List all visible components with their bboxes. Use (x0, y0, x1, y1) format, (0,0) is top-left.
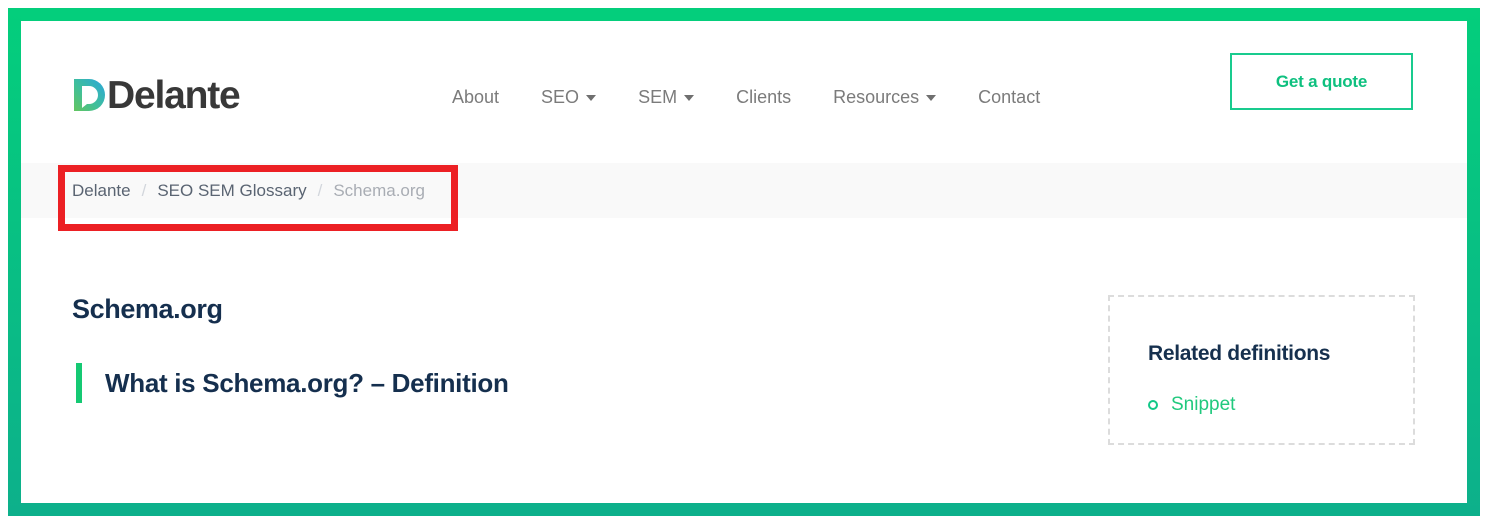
capture-frame-right (1467, 8, 1480, 516)
nav-item-sem[interactable]: SEM (617, 81, 715, 114)
breadcrumb-item-delante[interactable]: Delante (72, 182, 131, 199)
accent-bar (76, 363, 82, 403)
list-item: Snippet (1148, 394, 1235, 416)
related-definitions-title: Related definitions (1148, 342, 1331, 365)
brand-wordmark: Delante (107, 73, 241, 117)
nav-label: Contact (978, 87, 1041, 107)
nav-label: Clients (736, 87, 792, 107)
nav-label: SEM (638, 87, 678, 107)
breadcrumb: Delante / SEO SEM Glossary / Schema.org (72, 182, 425, 199)
breadcrumb-item-current: Schema.org (333, 181, 426, 200)
page-canvas: Delante About SEO SEM Clients Resources … (21, 21, 1467, 503)
definition-heading: What is Schema.org? – Definition (105, 367, 509, 398)
capture-frame-left (8, 8, 21, 516)
brand-logo[interactable]: Delante (72, 73, 241, 117)
nav-item-resources[interactable]: Resources (812, 81, 957, 114)
nav-item-seo[interactable]: SEO (520, 81, 617, 114)
capture-frame-top (8, 8, 1480, 21)
breadcrumb-item-glossary[interactable]: SEO SEM Glossary (157, 182, 306, 199)
nav-item-about[interactable]: About (431, 81, 520, 114)
nav-item-clients[interactable]: Clients (715, 81, 812, 114)
nav-label: SEO (541, 87, 580, 107)
related-link-snippet[interactable]: Snippet (1171, 394, 1235, 416)
delante-logo-icon (74, 79, 105, 111)
definition-heading-group: What is Schema.org? – Definition (76, 363, 509, 403)
nav-label: About (452, 87, 500, 107)
get-a-quote-button[interactable]: Get a quote (1230, 53, 1413, 110)
site-header: Delante About SEO SEM Clients Resources … (21, 21, 1467, 163)
chevron-down-icon (926, 94, 937, 101)
capture-frame-bottom (8, 503, 1480, 516)
screenshot-root: Delante About SEO SEM Clients Resources … (0, 0, 1496, 520)
ring-bullet-icon (1148, 400, 1158, 410)
breadcrumb-separator: / (141, 181, 147, 200)
chevron-down-icon (684, 94, 695, 101)
main-navigation: About SEO SEM Clients Resources Contact (431, 81, 1061, 114)
breadcrumb-separator: / (317, 181, 323, 200)
breadcrumb-bar: Delante / SEO SEM Glossary / Schema.org (21, 163, 1467, 218)
related-definitions-box: Related definitions Snippet (1108, 295, 1415, 445)
main-content: Schema.org What is Schema.org? – Definit… (21, 218, 1467, 503)
chevron-down-icon (586, 94, 597, 101)
related-definitions-list: Snippet (1148, 394, 1235, 430)
nav-item-contact[interactable]: Contact (957, 81, 1061, 114)
nav-label: Resources (833, 87, 920, 107)
page-title: Schema.org (72, 294, 223, 324)
